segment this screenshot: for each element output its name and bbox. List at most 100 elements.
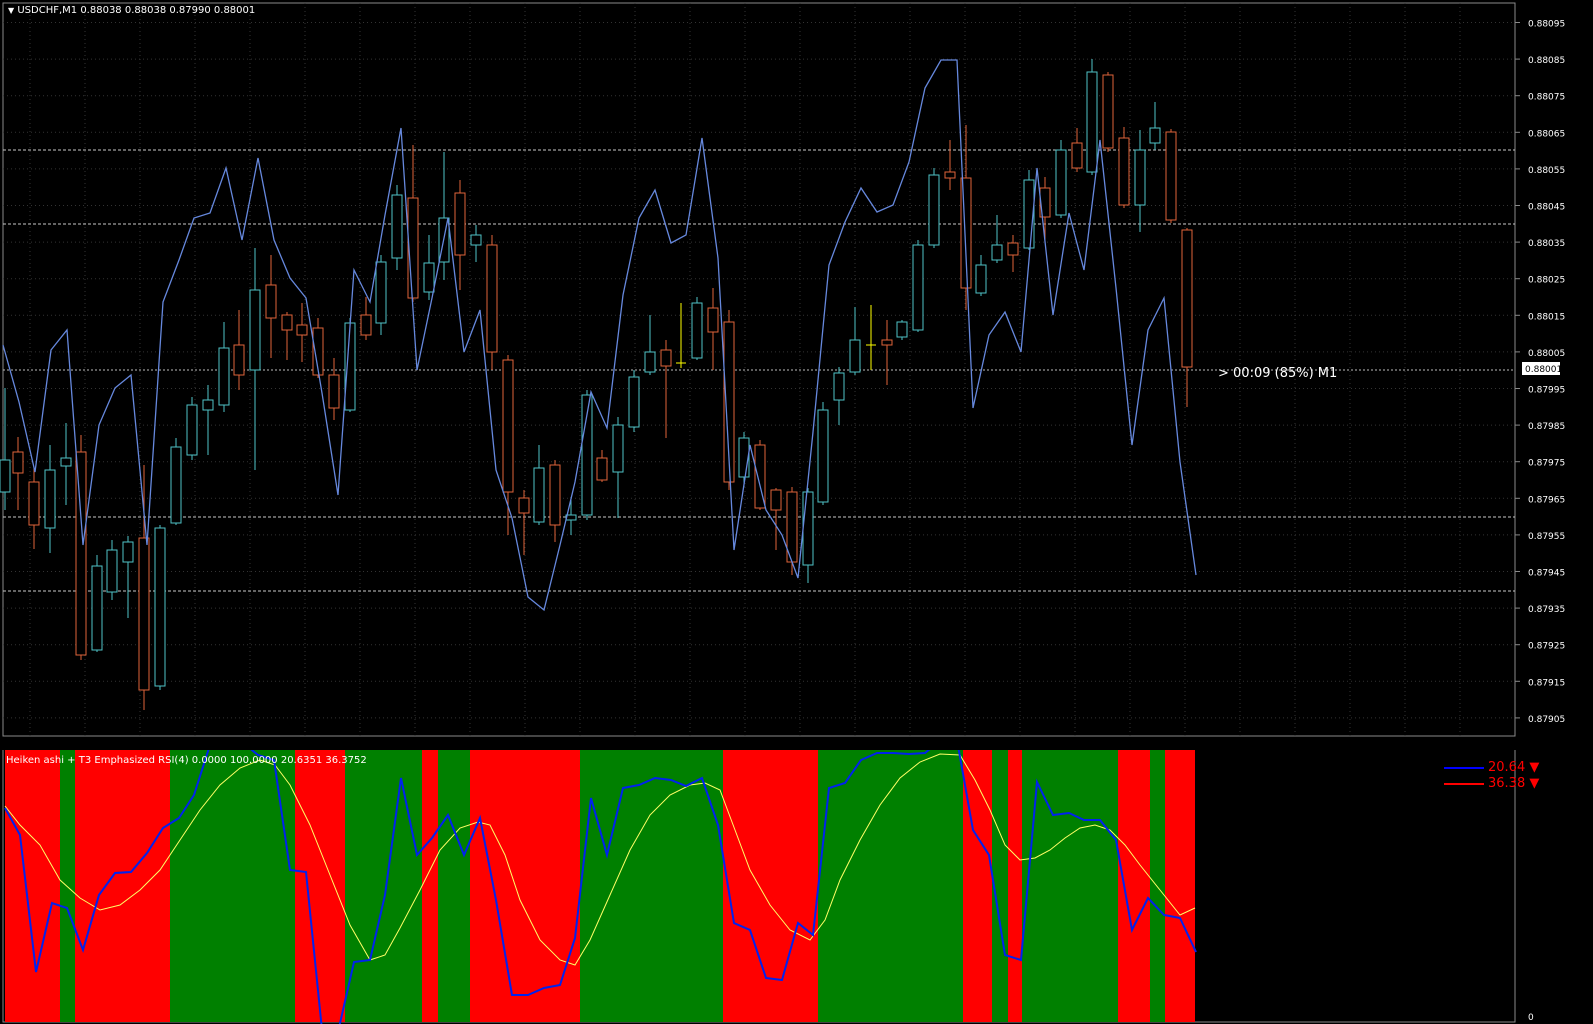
candle-body: [75, 451, 87, 656]
candle-body: [186, 404, 198, 456]
ha-band: [470, 750, 580, 1022]
candle: [691, 297, 703, 360]
candle: [1007, 235, 1019, 272]
candle: [360, 297, 372, 340]
candle-body: [912, 244, 924, 331]
candle: [581, 390, 593, 520]
candle-body: [518, 497, 530, 514]
candle-body: [928, 174, 940, 246]
candle-body: [233, 344, 245, 376]
candle: [375, 255, 387, 335]
scale-top-label: 100: [1528, 750, 1545, 753]
ha-band: [723, 750, 818, 1022]
candle: [1165, 129, 1177, 223]
candle: [1149, 102, 1161, 150]
candle-body: [1086, 71, 1098, 173]
ha-band: [580, 750, 723, 1022]
price-tick-label: 0.87985: [1528, 422, 1565, 432]
candle-body: [1134, 149, 1146, 206]
candle: [533, 445, 545, 525]
candle: [1181, 228, 1193, 407]
candle-body: [533, 467, 545, 523]
candle-body: [28, 481, 40, 526]
candle: [265, 255, 277, 358]
candle-body: [612, 424, 624, 473]
legend-rsi-value: 20.64: [1488, 760, 1526, 775]
price-tick-label: 0.88065: [1528, 129, 1565, 139]
candle-body: [1102, 74, 1114, 149]
candle: [1071, 128, 1083, 172]
candle: [1102, 72, 1114, 152]
price-tick-label: 0.88045: [1528, 203, 1565, 213]
candle: [960, 125, 972, 310]
ha-band: [345, 750, 422, 1022]
indicator-title: Heiken ashi + T3 Emphasized RSI(4) 0.000…: [6, 755, 367, 766]
ha-band: [170, 750, 295, 1022]
price-tick-label: 0.87925: [1528, 642, 1565, 652]
candle: [407, 145, 419, 302]
candle: [91, 555, 103, 652]
candle-body: [691, 302, 703, 359]
candle: [438, 152, 450, 280]
price-tick-label: 0.87915: [1528, 678, 1565, 688]
candle: [866, 305, 876, 370]
candle: [186, 397, 198, 460]
candle-body: [707, 307, 719, 333]
candle-body: [1149, 127, 1161, 144]
symbol-header: ▼ USDCHF,M1 0.88038 0.88038 0.87990 0.88…: [8, 5, 255, 16]
candle: [944, 140, 956, 190]
candle: [12, 437, 24, 510]
candle: [218, 322, 230, 412]
candle: [1055, 140, 1067, 218]
candle-body: [423, 262, 435, 293]
candle-body: [486, 244, 498, 353]
candle-body: [265, 284, 277, 319]
indicator-panel[interactable]: 100 0: [0, 750, 1593, 1024]
legend-t3-value: 36.38: [1488, 776, 1526, 791]
candle-body: [375, 261, 387, 324]
candle-body: [218, 347, 230, 406]
candle-body: [628, 376, 640, 428]
candle: [991, 215, 1003, 263]
price-tick-label: 0.88095: [1528, 20, 1565, 30]
candle-body: [281, 314, 293, 331]
price-tick-label: 0.87965: [1528, 495, 1565, 505]
ha-band: [438, 750, 470, 1022]
price-chart[interactable]: 0.88095 0.88085 0.88075 0.88065 0.88055 0.880…: [0, 0, 1593, 750]
candle: [549, 460, 561, 542]
candle-body: [106, 549, 118, 593]
overlay-line: [2, 59, 1197, 612]
candle: [975, 255, 987, 296]
candle: [233, 310, 245, 390]
candle: [928, 168, 940, 248]
dropdown-icon[interactable]: ▼: [8, 6, 14, 15]
candle: [707, 288, 719, 370]
candle: [1118, 127, 1130, 208]
candle: [833, 367, 845, 425]
candle-body: [60, 457, 72, 467]
price-tick-label: 0.88075: [1528, 93, 1565, 103]
candle: [802, 488, 814, 583]
candle-body: [881, 339, 893, 346]
candle: [0, 388, 11, 510]
ha-band: [1008, 750, 1022, 1022]
price-tick-label: 0.87955: [1528, 532, 1565, 542]
candle-body: [470, 234, 482, 246]
price-tick-label: 0.88085: [1528, 56, 1565, 66]
candle-body: [1165, 131, 1177, 221]
candle: [612, 417, 624, 518]
candle-body: [122, 541, 134, 563]
candle-body: [660, 349, 672, 367]
candle: [122, 536, 134, 618]
candle: [817, 402, 829, 505]
legend-t3-line: [1444, 782, 1484, 785]
candle-body: [944, 171, 956, 179]
candle: [1134, 130, 1146, 232]
candle-body: [91, 565, 103, 651]
candle: [454, 180, 466, 290]
candle: [1086, 59, 1098, 175]
candle-body: [12, 451, 24, 474]
candle-body: [202, 399, 214, 411]
candle-body: [154, 527, 166, 687]
candle: [138, 465, 150, 710]
